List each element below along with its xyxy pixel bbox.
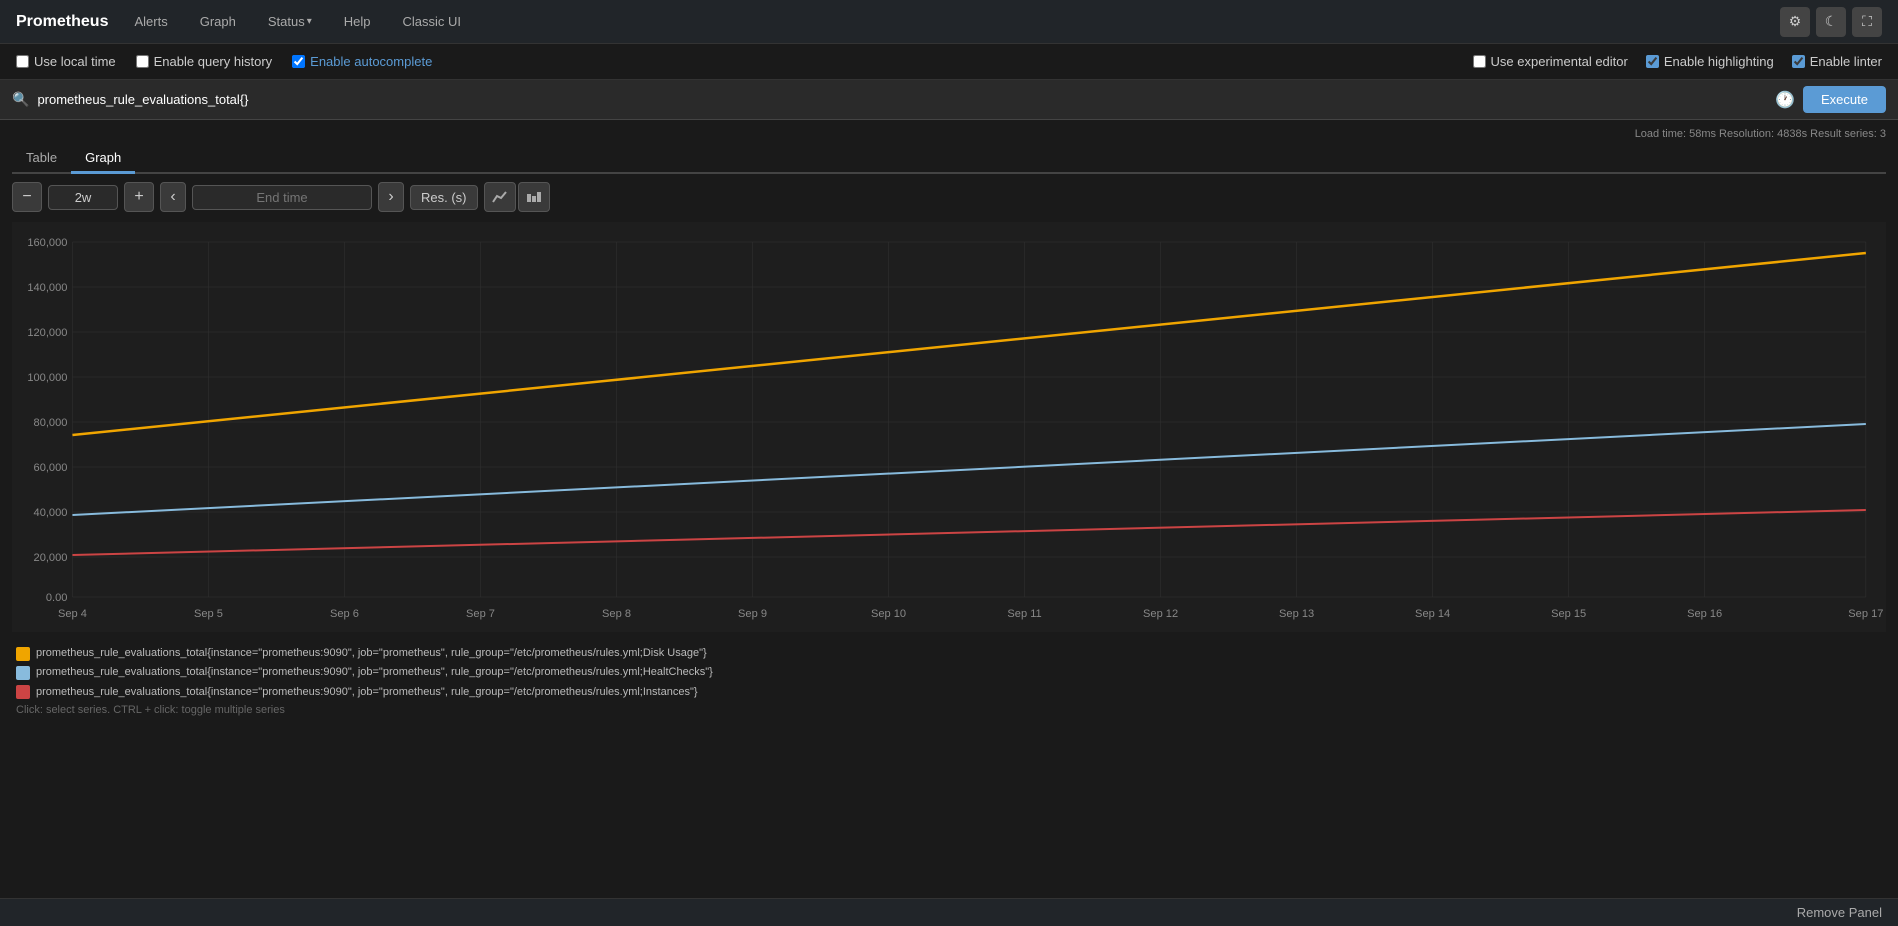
- tab-table[interactable]: Table: [12, 144, 71, 174]
- svg-text:Sep 14: Sep 14: [1415, 608, 1450, 620]
- resolution-button[interactable]: Res. (s): [410, 185, 478, 210]
- search-icon: 🔍: [12, 91, 29, 108]
- chart-type-buttons: [484, 182, 550, 212]
- legend-color-instances: [16, 685, 30, 699]
- info-text: Load time: 58ms Resolution: 4838s Result…: [1635, 128, 1886, 140]
- svg-text:Sep 11: Sep 11: [1007, 608, 1041, 620]
- status-label: Status: [268, 14, 305, 29]
- line-chart-button[interactable]: [484, 182, 516, 212]
- tabs: Table Graph: [12, 144, 1886, 174]
- use-experimental-editor-text: Use experimental editor: [1491, 54, 1628, 69]
- theme-icon-btn[interactable]: ☾: [1816, 7, 1846, 37]
- use-local-time-label[interactable]: Use local time: [16, 54, 116, 69]
- legend-item-instances[interactable]: prometheus_rule_evaluations_total{instan…: [16, 685, 1882, 700]
- use-local-time-checkbox[interactable]: [16, 55, 29, 68]
- enable-autocomplete-text: Enable autocomplete: [310, 54, 432, 69]
- enable-linter-label[interactable]: Enable linter: [1792, 54, 1882, 69]
- navbar: Prometheus Alerts Graph Status ▾ Help Cl…: [0, 0, 1898, 44]
- legend-color-disk-usage: [16, 647, 30, 661]
- svg-text:Sep 5: Sep 5: [194, 608, 223, 620]
- graph-link[interactable]: Graph: [194, 10, 242, 33]
- svg-text:Sep 4: Sep 4: [58, 608, 87, 620]
- svg-text:Sep 10: Sep 10: [871, 608, 906, 620]
- svg-text:Sep 15: Sep 15: [1551, 608, 1586, 620]
- use-experimental-editor-checkbox[interactable]: [1473, 55, 1486, 68]
- execute-button[interactable]: Execute: [1803, 86, 1886, 113]
- svg-text:Sep 17: Sep 17: [1848, 608, 1883, 620]
- options-bar: Use local time Enable query history Enab…: [0, 44, 1898, 80]
- svg-text:80,000: 80,000: [34, 417, 68, 429]
- search-bar: 🔍 🕐 Execute: [0, 80, 1898, 120]
- settings-icon-btn[interactable]: ⚙: [1780, 7, 1810, 37]
- line-chart-icon: [492, 190, 508, 204]
- svg-text:Sep 9: Sep 9: [738, 608, 767, 620]
- query-input[interactable]: [37, 92, 1767, 107]
- decrease-range-button[interactable]: −: [12, 182, 42, 212]
- legend-color-healtchecks: [16, 666, 30, 680]
- options-right: Use experimental editor Enable highlight…: [1473, 54, 1882, 69]
- enable-autocomplete-label[interactable]: Enable autocomplete: [292, 54, 432, 69]
- svg-text:160,000: 160,000: [27, 237, 67, 249]
- tab-graph[interactable]: Graph: [71, 144, 135, 174]
- legend-item-disk-usage[interactable]: prometheus_rule_evaluations_total{instan…: [16, 646, 1882, 661]
- svg-text:Sep 12: Sep 12: [1143, 608, 1178, 620]
- next-time-button[interactable]: ›: [378, 182, 404, 212]
- legend-label-instances: prometheus_rule_evaluations_total{instan…: [36, 685, 698, 700]
- legend: prometheus_rule_evaluations_total{instan…: [12, 640, 1886, 722]
- stacked-chart-icon: [526, 190, 542, 204]
- time-range-input[interactable]: [48, 185, 118, 210]
- legend-label-disk-usage: prometheus_rule_evaluations_total{instan…: [36, 646, 707, 661]
- expand-icon-btn[interactable]: ⛶: [1852, 7, 1882, 37]
- legend-item-healtchecks[interactable]: prometheus_rule_evaluations_total{instan…: [16, 665, 1882, 680]
- increase-range-button[interactable]: +: [124, 182, 154, 212]
- svg-text:Sep 16: Sep 16: [1687, 608, 1722, 620]
- enable-query-history-checkbox[interactable]: [136, 55, 149, 68]
- chart-wrapper: 160,000 140,000 120,000 100,000 80,000 6…: [12, 222, 1886, 632]
- history-icon[interactable]: 🕐: [1775, 90, 1795, 110]
- use-local-time-text: Use local time: [34, 54, 116, 69]
- chart-svg: 160,000 140,000 120,000 100,000 80,000 6…: [12, 222, 1886, 632]
- end-time-input[interactable]: [192, 185, 372, 210]
- legend-label-healtchecks: prometheus_rule_evaluations_total{instan…: [36, 665, 713, 680]
- svg-text:60,000: 60,000: [34, 462, 68, 474]
- svg-text:Sep 7: Sep 7: [466, 608, 495, 620]
- svg-text:Sep 6: Sep 6: [330, 608, 359, 620]
- classic-ui-link[interactable]: Classic UI: [396, 10, 467, 33]
- svg-text:120,000: 120,000: [27, 327, 67, 339]
- main-content: Load time: 58ms Resolution: 4838s Result…: [0, 120, 1898, 730]
- remove-panel-button[interactable]: Remove Panel: [1797, 905, 1882, 920]
- bottom-bar: Remove Panel: [0, 898, 1898, 926]
- enable-query-history-text: Enable query history: [154, 54, 273, 69]
- status-dropdown-arrow: ▾: [307, 16, 312, 27]
- help-link[interactable]: Help: [338, 10, 377, 33]
- alerts-link[interactable]: Alerts: [128, 10, 173, 33]
- enable-highlighting-checkbox[interactable]: [1646, 55, 1659, 68]
- svg-text:Sep 13: Sep 13: [1279, 608, 1314, 620]
- status-dropdown[interactable]: Status ▾: [262, 10, 318, 33]
- graph-controls: − + ‹ › Res. (s): [12, 182, 1886, 212]
- svg-text:140,000: 140,000: [27, 282, 67, 294]
- svg-text:100,000: 100,000: [27, 372, 67, 384]
- svg-text:40,000: 40,000: [34, 507, 68, 519]
- enable-linter-checkbox[interactable]: [1792, 55, 1805, 68]
- stacked-chart-button[interactable]: [518, 182, 550, 212]
- enable-autocomplete-checkbox[interactable]: [292, 55, 305, 68]
- navbar-right-icons: ⚙ ☾ ⛶: [1780, 7, 1882, 37]
- svg-text:Sep 8: Sep 8: [602, 608, 631, 620]
- legend-hint: Click: select series. CTRL + click: togg…: [16, 704, 1882, 716]
- brand-title: Prometheus: [16, 13, 108, 31]
- enable-query-history-label[interactable]: Enable query history: [136, 54, 273, 69]
- info-bar: Load time: 58ms Resolution: 4838s Result…: [12, 128, 1886, 140]
- svg-text:20,000: 20,000: [34, 552, 68, 564]
- enable-highlighting-label[interactable]: Enable highlighting: [1646, 54, 1774, 69]
- enable-highlighting-text: Enable highlighting: [1664, 54, 1774, 69]
- enable-linter-text: Enable linter: [1810, 54, 1882, 69]
- use-experimental-editor-label[interactable]: Use experimental editor: [1473, 54, 1628, 69]
- svg-text:0.00: 0.00: [46, 592, 68, 604]
- prev-time-button[interactable]: ‹: [160, 182, 186, 212]
